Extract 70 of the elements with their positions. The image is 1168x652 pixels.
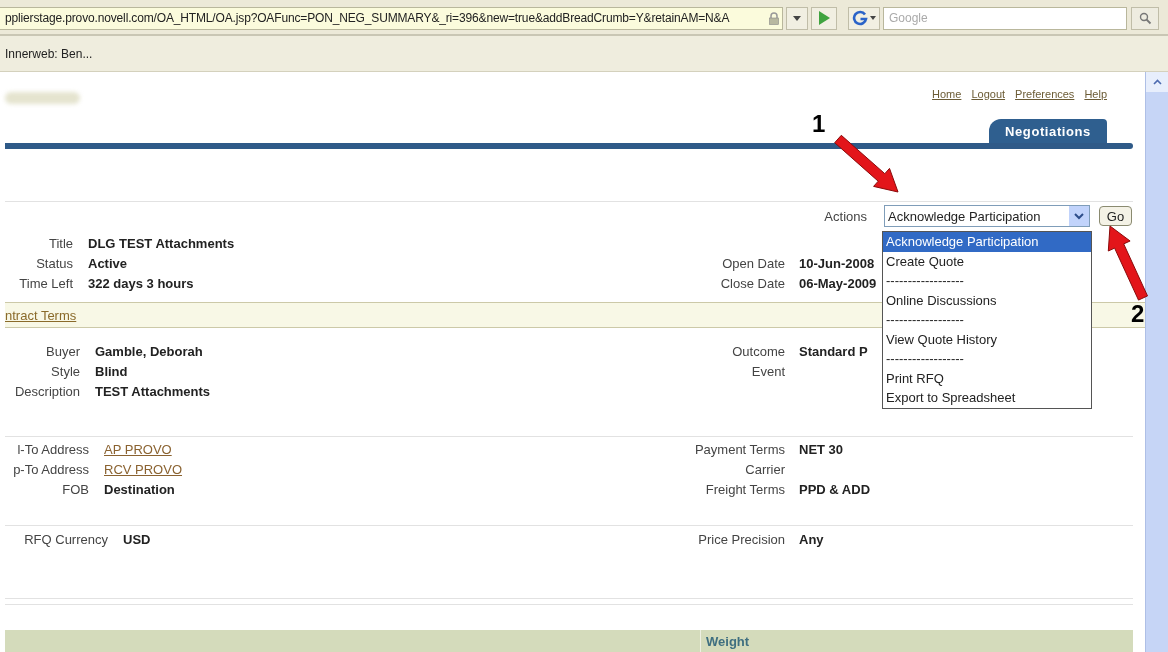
global-link[interactable]: Home (932, 88, 962, 100)
dropdown-option[interactable]: ------------------ (883, 349, 1091, 369)
caret-icon (870, 16, 876, 20)
field-label: Carrier (745, 461, 785, 479)
field-link[interactable]: RCV PROVO (104, 460, 640, 480)
global-link[interactable]: Help (1084, 88, 1107, 100)
dropdown-option[interactable]: View Quote History (883, 329, 1091, 349)
field-link[interactable]: AP PROVO (104, 440, 640, 460)
search-engine-button[interactable] (848, 6, 880, 30)
field-value: 322 days 3 hours (88, 275, 195, 293)
field-value: Blind (95, 363, 129, 381)
dropdown-button[interactable] (786, 6, 808, 30)
field-label: Payment Terms (694, 441, 785, 459)
field-value: Destination (104, 481, 176, 499)
arrow-annotation (834, 134, 899, 193)
global-link[interactable]: Preferences (1015, 88, 1075, 100)
field-label: FOB (62, 481, 89, 499)
field-value: NET 30 (799, 441, 845, 459)
field-label: Freight Terms (705, 481, 785, 499)
field-label: p-To Address (13, 461, 89, 479)
field-label: Event (751, 363, 785, 381)
bookmark[interactable]: Innerweb: Ben... (5, 46, 93, 61)
dropdown-option[interactable]: Print RFQ (883, 368, 1091, 388)
field-label: Description (14, 383, 80, 401)
field-value: PPD & ADD (799, 481, 871, 499)
field-value: Active (88, 255, 129, 273)
annotation-number: 2 (1131, 302, 1145, 326)
go-button[interactable]: Go (1099, 206, 1132, 226)
lock-icon (768, 11, 780, 25)
dropdown-option[interactable]: Acknowledge Participation (883, 232, 1091, 252)
dropdown-option[interactable]: Online Discussions (883, 290, 1091, 310)
field-value: USD (123, 531, 152, 549)
scroll-up-icon[interactable] (1152, 79, 1162, 85)
field-value: Gamble, Deborah (95, 343, 204, 361)
scrollbar[interactable] (1145, 72, 1168, 652)
field-value: 10-Jun-2008 (799, 255, 876, 273)
chevron-down-icon (1074, 212, 1084, 220)
field-value: Any (799, 531, 824, 549)
actions-select[interactable]: Acknowledge Participation (884, 205, 1090, 227)
field-label: Style (51, 363, 80, 381)
annotation-number: 1 (812, 112, 826, 136)
field-label: Buyer (46, 343, 80, 361)
actions-label: Actions (824, 208, 867, 224)
dropdown-option[interactable]: Export to Spreadsheet (883, 388, 1091, 408)
field-label: Price Precision (698, 531, 785, 549)
field-label: RFQ Currency (24, 531, 108, 549)
dropdown-option[interactable]: ------------------ (883, 271, 1091, 291)
field-value: DLG TEST Attachments (88, 235, 236, 253)
column-header: Weight (700, 630, 750, 652)
field-value: Standard P (799, 343, 868, 361)
search-button[interactable] (1131, 6, 1159, 30)
dropdown-option[interactable]: ------------------ (883, 310, 1091, 330)
field-value: 06-May-2009 (799, 275, 877, 293)
address-field[interactable]: pplierstage.provo.novell.com/OA_HTML/OA.jsp?OAFunc=PON_NEG_SUMMARY&_ri=396&new=true&addBreadCrumb=Y&retainAM=N&A (0, 6, 783, 30)
field-label: Status (36, 255, 73, 273)
dropdown-option[interactable]: Create Quote (883, 251, 1091, 271)
field-label: Title (48, 235, 73, 253)
search-field[interactable]: Google (883, 6, 1127, 30)
field-label: Open Date (722, 255, 785, 273)
tab[interactable]: Negotiations (989, 119, 1107, 143)
search-icon (1138, 11, 1152, 25)
field-label: Time Left (19, 275, 73, 293)
field-label: l-To Address (17, 441, 89, 459)
global-link[interactable]: Logout (971, 88, 1006, 100)
field-label: Outcome (732, 343, 785, 361)
g-logo-icon (852, 10, 868, 26)
field-label: Close Date (720, 275, 785, 293)
contract-terms-link[interactable]: ntract Terms (5, 307, 77, 323)
caret-icon (793, 15, 801, 21)
field-value: TEST Attachments (95, 383, 212, 401)
